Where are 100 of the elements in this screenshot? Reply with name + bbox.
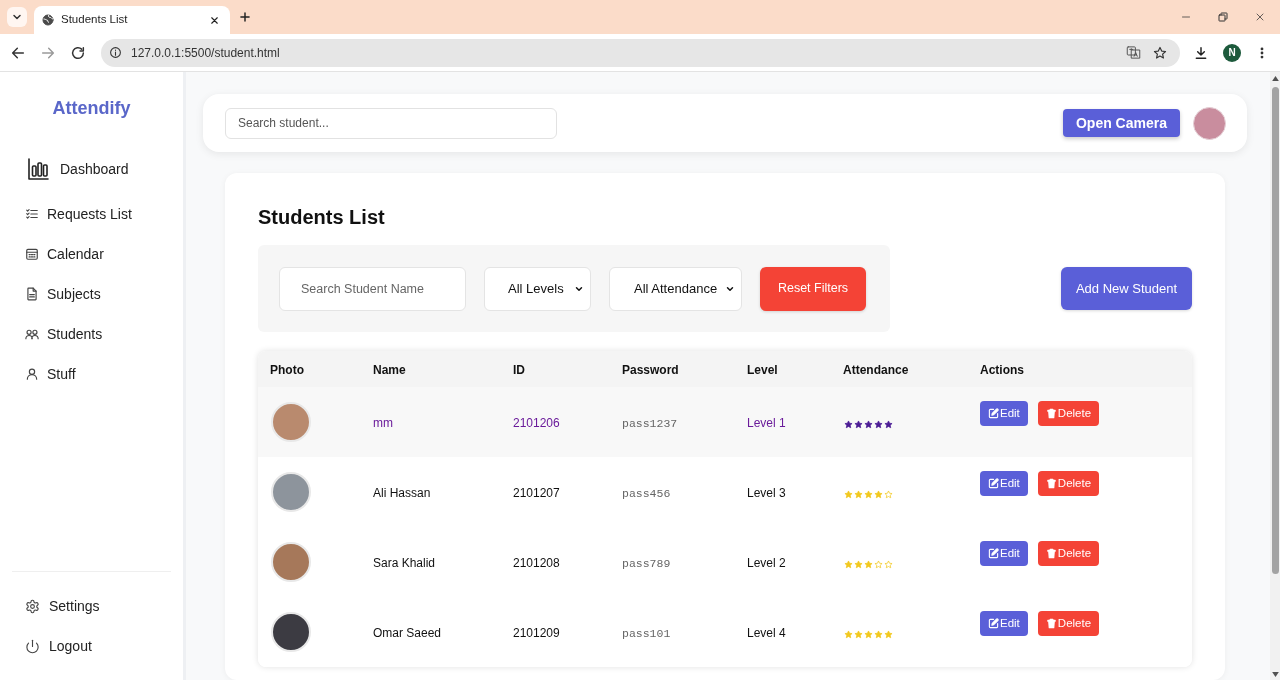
edit-button[interactable]: Edit bbox=[980, 471, 1028, 496]
trash-icon bbox=[1045, 548, 1057, 559]
star-icon bbox=[844, 630, 853, 639]
edit-button[interactable]: Edit bbox=[980, 611, 1028, 636]
delete-button[interactable]: Delete bbox=[1037, 401, 1100, 426]
table-cell: 2101209 bbox=[513, 626, 560, 640]
translate-icon[interactable] bbox=[1126, 45, 1141, 60]
profile-button[interactable]: N bbox=[1223, 43, 1241, 62]
avatar-placeholder bbox=[271, 612, 311, 652]
star-icon bbox=[854, 560, 863, 569]
sidebar-item[interactable]: Dashboard bbox=[0, 144, 183, 194]
column-header: Level bbox=[747, 363, 778, 377]
address-bar[interactable]: 127.0.0.1:5500/student.html bbox=[101, 38, 1180, 67]
table-cell: pass456 bbox=[622, 487, 671, 500]
sidebar-item[interactable]: Students bbox=[0, 314, 183, 354]
star-icon bbox=[884, 420, 893, 429]
star-icon bbox=[874, 490, 883, 499]
star-icon bbox=[854, 630, 863, 639]
two-people-icon bbox=[25, 327, 39, 341]
scroll-down-arrow-icon[interactable] bbox=[1271, 672, 1279, 677]
table-row[interactable]: Omar Saeed 2101209 pass101 Level 4 Edit Delete bbox=[258, 597, 1192, 667]
table-cell: pass1237 bbox=[622, 417, 678, 430]
tab-list-button[interactable] bbox=[7, 7, 27, 27]
sidebar-item[interactable]: Settings bbox=[12, 586, 171, 626]
table-cell: Ali Hassan bbox=[373, 486, 431, 500]
star-icon bbox=[854, 490, 863, 499]
checklist-icon bbox=[25, 207, 39, 221]
scrollbar-thumb[interactable] bbox=[1271, 87, 1279, 574]
avatar-placeholder bbox=[271, 402, 311, 442]
plus-icon[interactable] bbox=[238, 10, 252, 24]
sidebar-item[interactable]: Subjects bbox=[0, 274, 183, 314]
delete-button[interactable]: Delete bbox=[1037, 611, 1100, 636]
level-dropdown[interactable]: All Levels bbox=[484, 266, 591, 311]
star-icon bbox=[854, 420, 863, 429]
delete-button[interactable]: Delete bbox=[1037, 471, 1100, 496]
bookmark-star-icon[interactable] bbox=[1153, 45, 1167, 60]
reset-filters-button[interactable]: Reset Filters bbox=[760, 266, 866, 311]
trash-icon bbox=[1045, 618, 1057, 629]
attendance-dropdown[interactable]: All Attendance bbox=[609, 266, 742, 311]
column-header: Password bbox=[622, 363, 679, 377]
reload-icon[interactable] bbox=[70, 44, 86, 61]
sidebar-item[interactable]: Calendar bbox=[0, 234, 183, 274]
table-cell: pass101 bbox=[622, 627, 671, 640]
star-icon bbox=[874, 560, 883, 569]
restore-icon[interactable] bbox=[1217, 11, 1229, 23]
star-icon bbox=[864, 490, 873, 499]
pencil-icon bbox=[988, 548, 999, 559]
pencil-icon bbox=[988, 408, 999, 419]
table-cell: Level 3 bbox=[747, 486, 786, 500]
avatar-placeholder[interactable] bbox=[1193, 106, 1226, 140]
table-cell: Level 4 bbox=[747, 626, 786, 640]
table-cell: 2101206 bbox=[513, 416, 560, 430]
calendar-icon bbox=[25, 247, 39, 261]
column-header: Photo bbox=[270, 363, 304, 377]
table-row[interactable]: Sara Khalid 2101208 pass789 Level 2 Edit Delete bbox=[258, 527, 1192, 597]
star-icon bbox=[844, 560, 853, 569]
scroll-up-arrow-icon[interactable] bbox=[1271, 76, 1279, 81]
star-icon bbox=[884, 490, 893, 499]
star-icon bbox=[864, 630, 873, 639]
column-header: Actions bbox=[980, 363, 1024, 377]
sidebar-item[interactable]: Stuff bbox=[0, 354, 183, 394]
table-cell: 2101208 bbox=[513, 556, 560, 570]
browser-tab[interactable]: Students List bbox=[34, 6, 230, 34]
close-icon[interactable] bbox=[209, 14, 220, 26]
table-cell: mm bbox=[373, 416, 393, 430]
trash-icon bbox=[1045, 408, 1057, 419]
search-field[interactable]: Search student... bbox=[225, 107, 557, 139]
edit-button[interactable]: Edit bbox=[980, 401, 1028, 426]
download-icon[interactable] bbox=[1193, 44, 1209, 61]
bar-chart-icon bbox=[26, 157, 50, 181]
avatar-placeholder bbox=[271, 542, 311, 582]
trash-icon bbox=[1045, 478, 1057, 489]
table-row[interactable]: Ali Hassan 2101207 pass456 Level 3 Edit Delete bbox=[258, 457, 1192, 527]
sidebar-item[interactable]: Requests List bbox=[0, 194, 183, 234]
person-icon bbox=[25, 367, 39, 381]
url-text[interactable]: 127.0.0.1:5500/student.html bbox=[131, 43, 280, 62]
delete-button[interactable]: Delete bbox=[1037, 541, 1100, 566]
table-cell: Level 1 bbox=[747, 416, 786, 430]
pencil-icon bbox=[988, 478, 999, 489]
table-row[interactable]: mm 2101206 pass1237 Level 1 Edit Delete bbox=[258, 387, 1192, 457]
pencil-icon bbox=[988, 618, 999, 629]
table-cell: pass789 bbox=[622, 557, 671, 570]
column-header: ID bbox=[513, 363, 525, 377]
app-logo: Attendify bbox=[52, 96, 131, 120]
star-icon bbox=[874, 630, 883, 639]
document-icon bbox=[25, 287, 39, 301]
avatar-placeholder bbox=[271, 472, 311, 512]
star-icon bbox=[844, 490, 853, 499]
edit-button[interactable]: Edit bbox=[980, 541, 1028, 566]
info-icon[interactable] bbox=[109, 46, 122, 59]
globe-icon bbox=[42, 14, 54, 26]
power-icon bbox=[25, 638, 40, 654]
sidebar-item[interactable]: Logout bbox=[12, 626, 171, 666]
student-name-search-field[interactable]: Search Student Name bbox=[279, 266, 466, 311]
star-icon bbox=[884, 560, 893, 569]
gear-icon bbox=[25, 598, 40, 614]
open-camera-button[interactable]: Open Camera bbox=[1062, 109, 1180, 137]
add-new-student-button[interactable]: Add New Student bbox=[1061, 267, 1192, 310]
table-cell: 2101207 bbox=[513, 486, 560, 500]
table-cell: Omar Saeed bbox=[373, 626, 442, 640]
